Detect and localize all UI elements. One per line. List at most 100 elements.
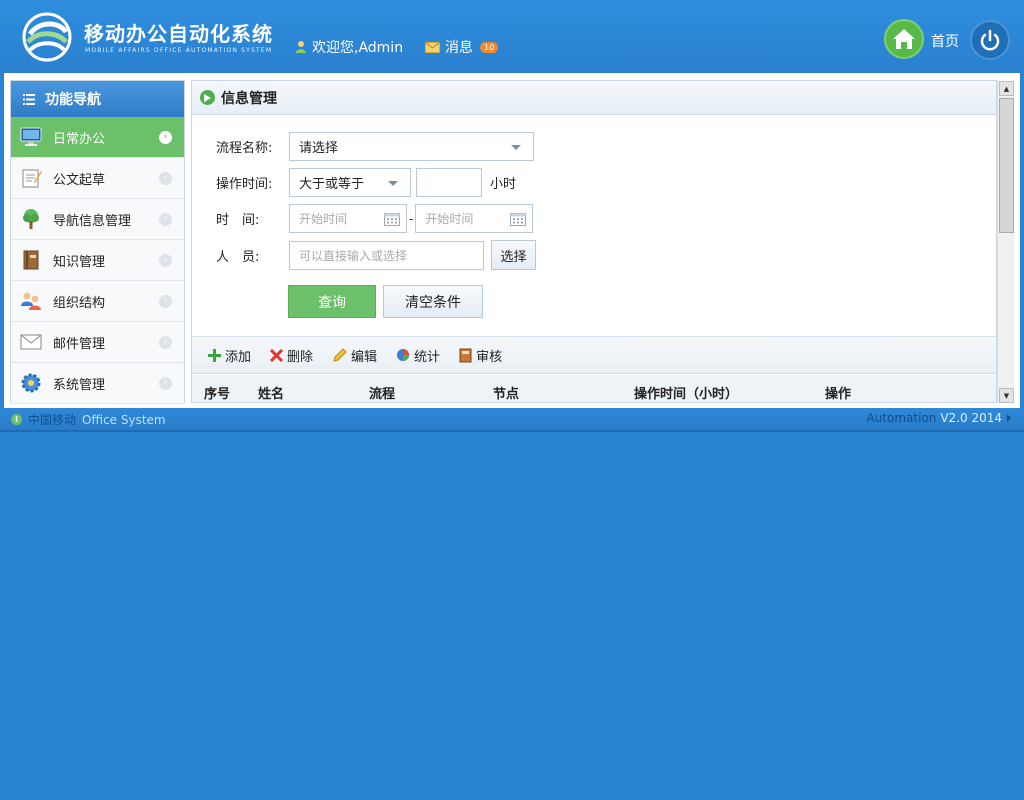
main-frame: 功能导航 日常办公 › 公文起草 › 导航信息管理 › 知识管理 › 组织结构 … (4, 73, 1020, 408)
envelope-icon (19, 330, 43, 354)
chevron-right-icon: › (159, 254, 172, 267)
sidebar-item-label: 知识管理 (53, 254, 106, 270)
sidebar-item-label: 邮件管理 (53, 336, 106, 352)
content-panel: 信息管理 流程名称: 请选择 操作时间: 大于或等于 小时 时 间: 开始时间 (191, 80, 997, 403)
optime-label: 操作时间: (216, 177, 273, 192)
delete-label: 删除 (287, 349, 314, 365)
end-time-input[interactable]: 开始时间 (415, 204, 534, 233)
info-icon: i (11, 414, 22, 425)
footer: i 中国移动 Office System Automation V2.0 201… (0, 408, 1024, 432)
sidebar-item-mail[interactable]: 邮件管理 › (11, 322, 184, 363)
sidebar-item-document-draft[interactable]: 公文起草 › (11, 158, 184, 199)
scroll-down-arrow-icon[interactable]: ▼ (999, 388, 1014, 403)
footer-system: Office System (82, 412, 166, 427)
scroll-up-arrow-icon[interactable]: ▲ (999, 81, 1014, 96)
start-time-placeholder: 开始时间 (299, 212, 348, 226)
add-label: 添加 (225, 349, 252, 365)
review-label: 审核 (476, 349, 503, 365)
envelope-icon (425, 41, 440, 53)
optime-operator-select[interactable]: 大于或等于 (289, 168, 411, 197)
calendar-icon[interactable] (384, 212, 400, 226)
calendar-icon[interactable] (510, 212, 527, 226)
sidebar: 功能导航 日常办公 › 公文起草 › 导航信息管理 › 知识管理 › 组织结构 … (10, 80, 185, 404)
time-label: 时 间: (216, 213, 260, 228)
panel-header: 信息管理 (192, 81, 996, 115)
pencil-icon (333, 347, 347, 362)
sidebar-item-label: 日常办公 (53, 131, 106, 147)
delete-x-icon (270, 348, 284, 362)
welcome-text: 欢迎您,Admin (312, 40, 404, 56)
messages-label: 消息 (445, 40, 473, 56)
plus-icon (208, 348, 221, 362)
pie-chart-icon (397, 349, 410, 361)
start-time-input[interactable]: 开始时间 (289, 204, 407, 233)
edit-label: 编辑 (351, 349, 378, 365)
query-button[interactable]: 查询 (288, 285, 376, 318)
messages-count-badge: 10 (480, 41, 499, 53)
time-range-row: 时 间: 开始时间 - 开始时间 (216, 204, 534, 233)
optime-hours-input[interactable] (416, 168, 482, 197)
chevron-down-icon (388, 181, 398, 186)
clear-conditions-button[interactable]: 清空条件 (383, 285, 483, 318)
person-label: 人 员: (216, 249, 260, 265)
footer-left: i 中国移动 Office System (11, 411, 166, 428)
sidebar-item-label: 系统管理 (53, 377, 106, 393)
review-button[interactable]: 审核 (459, 346, 502, 365)
home-link[interactable]: 首页 (931, 31, 959, 51)
stats-button[interactable]: 统计 (396, 346, 440, 365)
delete-button[interactable]: 删除 (270, 346, 313, 365)
stats-label: 统计 (414, 349, 441, 365)
chevron-right-icon: › (159, 377, 172, 390)
sidebar-item-system[interactable]: 系统管理 › (11, 363, 184, 404)
sidebar-item-label: 导航信息管理 (53, 213, 132, 229)
chevron-right-icon: › (159, 131, 172, 144)
person-row: 人 员: 可以直接输入或选择 选择 (216, 240, 536, 270)
sidebar-item-org-structure[interactable]: 组织结构 › (11, 281, 184, 322)
list-icon (23, 93, 35, 105)
range-separator: - (409, 211, 414, 226)
chevron-down-icon (511, 145, 521, 150)
sidebar-item-label: 组织结构 (53, 295, 106, 311)
table-header: 序号 姓名 流程 节点 操作时间（小时） 操作 (192, 375, 996, 402)
person-input[interactable]: 可以直接输入或选择 (289, 240, 484, 270)
process-row: 流程名称: 请选择 (216, 132, 534, 161)
column-header: 操作时间（小时） (634, 387, 739, 402)
caret-right-icon (1007, 414, 1011, 422)
column-header: 姓名 (258, 387, 285, 402)
home-button[interactable] (884, 19, 924, 59)
home-icon (893, 29, 915, 49)
sidebar-item-daily-office[interactable]: 日常办公 › (11, 117, 184, 158)
book-icon (459, 348, 472, 362)
footer-company: 中国移动 (28, 413, 77, 427)
gear-icon (19, 371, 43, 395)
edit-button[interactable]: 编辑 (332, 346, 377, 365)
notepad-icon (19, 166, 43, 190)
header: 移动办公自动化系统 MOBILE AFFAIRS OFFICE AUTOMATI… (0, 0, 1024, 74)
china-mobile-logo-icon (22, 12, 72, 62)
chevron-right-icon: › (159, 336, 172, 349)
optime-row: 操作时间: 大于或等于 小时 (216, 168, 516, 197)
end-time-placeholder: 开始时间 (425, 212, 474, 226)
sidebar-item-nav-info[interactable]: 导航信息管理 › (11, 199, 184, 240)
column-header: 操作 (825, 387, 852, 402)
scrollbar-thumb[interactable] (999, 98, 1014, 233)
welcome-user: 欢迎您,Admin (294, 37, 403, 57)
sidebar-item-knowledge[interactable]: 知识管理 › (11, 240, 184, 281)
app-title: 移动办公自动化系统 (84, 22, 273, 46)
chevron-right-icon: › (159, 213, 172, 226)
messages-link[interactable]: 消息 10 (425, 37, 499, 57)
logout-button[interactable] (970, 20, 1010, 60)
vertical-scrollbar[interactable]: ▲ ▼ (997, 81, 1014, 403)
panel-title: 信息管理 (221, 90, 277, 107)
sidebar-header: 功能导航 (11, 81, 184, 117)
add-button[interactable]: 添加 (208, 346, 251, 365)
tree-icon (19, 207, 43, 231)
choose-person-button[interactable]: 选择 (491, 240, 536, 270)
chevron-right-icon: › (159, 172, 172, 185)
chevron-right-icon: › (159, 295, 172, 308)
user-icon (296, 41, 306, 53)
app-subtitle: MOBILE AFFAIRS OFFICE AUTOMATION SYSTEM (85, 47, 273, 54)
footer-product: Automation (866, 411, 937, 425)
process-select[interactable]: 请选择 (289, 132, 534, 161)
process-select-value: 请选择 (299, 141, 339, 156)
